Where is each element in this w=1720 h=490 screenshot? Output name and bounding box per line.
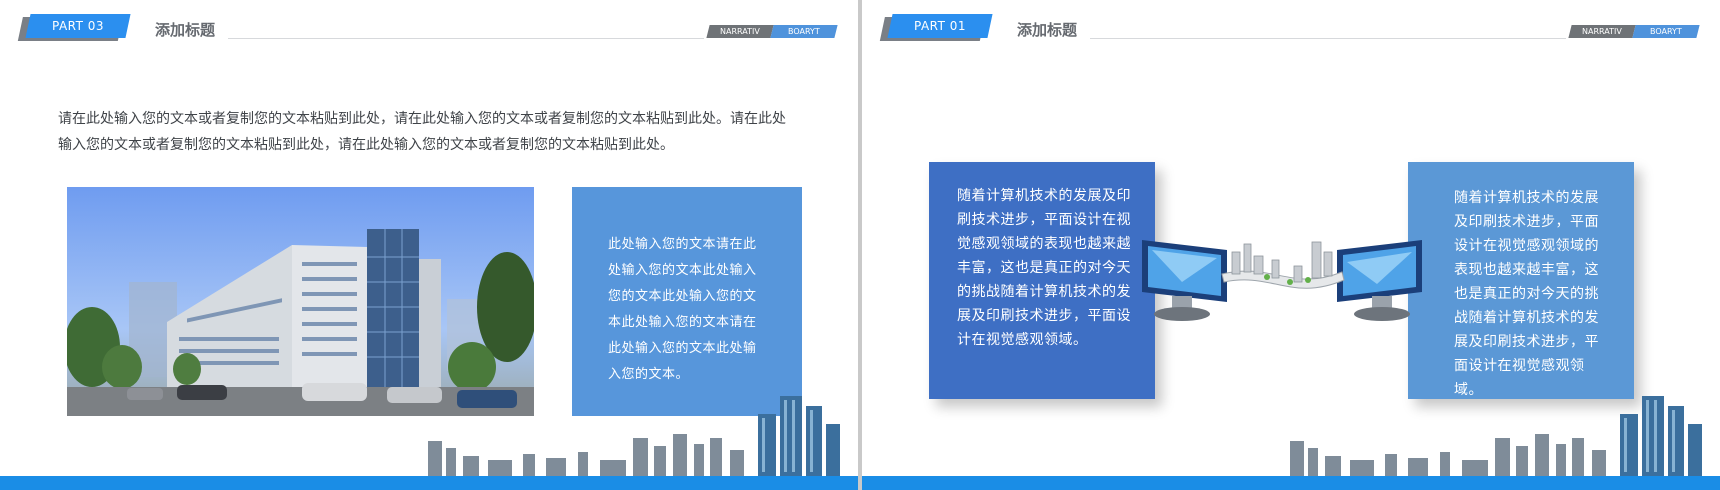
slide-part-03[interactable]: PART 03 添加标题 NARRATIV BOARYT 请在此处输入您的文本或… — [0, 0, 858, 490]
slide-title: 添加标题 — [155, 21, 216, 39]
bottom-bar — [862, 476, 1720, 490]
slide-title: 添加标题 — [1017, 21, 1078, 39]
tag-narrativ: NARRATIV — [706, 25, 774, 38]
slide-part-01[interactable]: PART 01 添加标题 NARRATIV BOARYT 随着计算机技术的发展及… — [862, 0, 1720, 490]
slide-viewer: PART 03 添加标题 NARRATIV BOARYT 请在此处输入您的文本或… — [0, 0, 1720, 490]
tag-boaryt: BOARYT — [770, 25, 838, 38]
part-badge: PART 01 — [887, 14, 993, 38]
part-label: PART 03 — [51, 19, 105, 33]
intro-paragraph: 请在此处输入您的文本或者复制您的文本粘贴到此处，请在此处输入您的文本或者复制您的… — [58, 111, 786, 153]
header-divider — [1090, 38, 1566, 39]
text-panel: 此处输入您的文本请在此处输入您的文本此处输入您的文本此处输入您的文本此处输入您的… — [572, 187, 802, 416]
city-skyline — [1290, 396, 1702, 476]
bottom-bar — [0, 476, 858, 490]
tag-narrativ: NARRATIV — [1568, 25, 1636, 38]
header-tags: NARRATIV BOARYT — [706, 25, 838, 38]
part-badge: PART 03 — [25, 14, 131, 38]
tag-boaryt: BOARYT — [1632, 25, 1700, 38]
city-skyline — [428, 396, 840, 476]
part-label: PART 01 — [913, 19, 967, 33]
header-divider — [228, 38, 704, 39]
header-tags: NARRATIV BOARYT — [1568, 25, 1700, 38]
computer-network-illustration — [1142, 240, 1422, 321]
building-photo — [67, 187, 534, 416]
